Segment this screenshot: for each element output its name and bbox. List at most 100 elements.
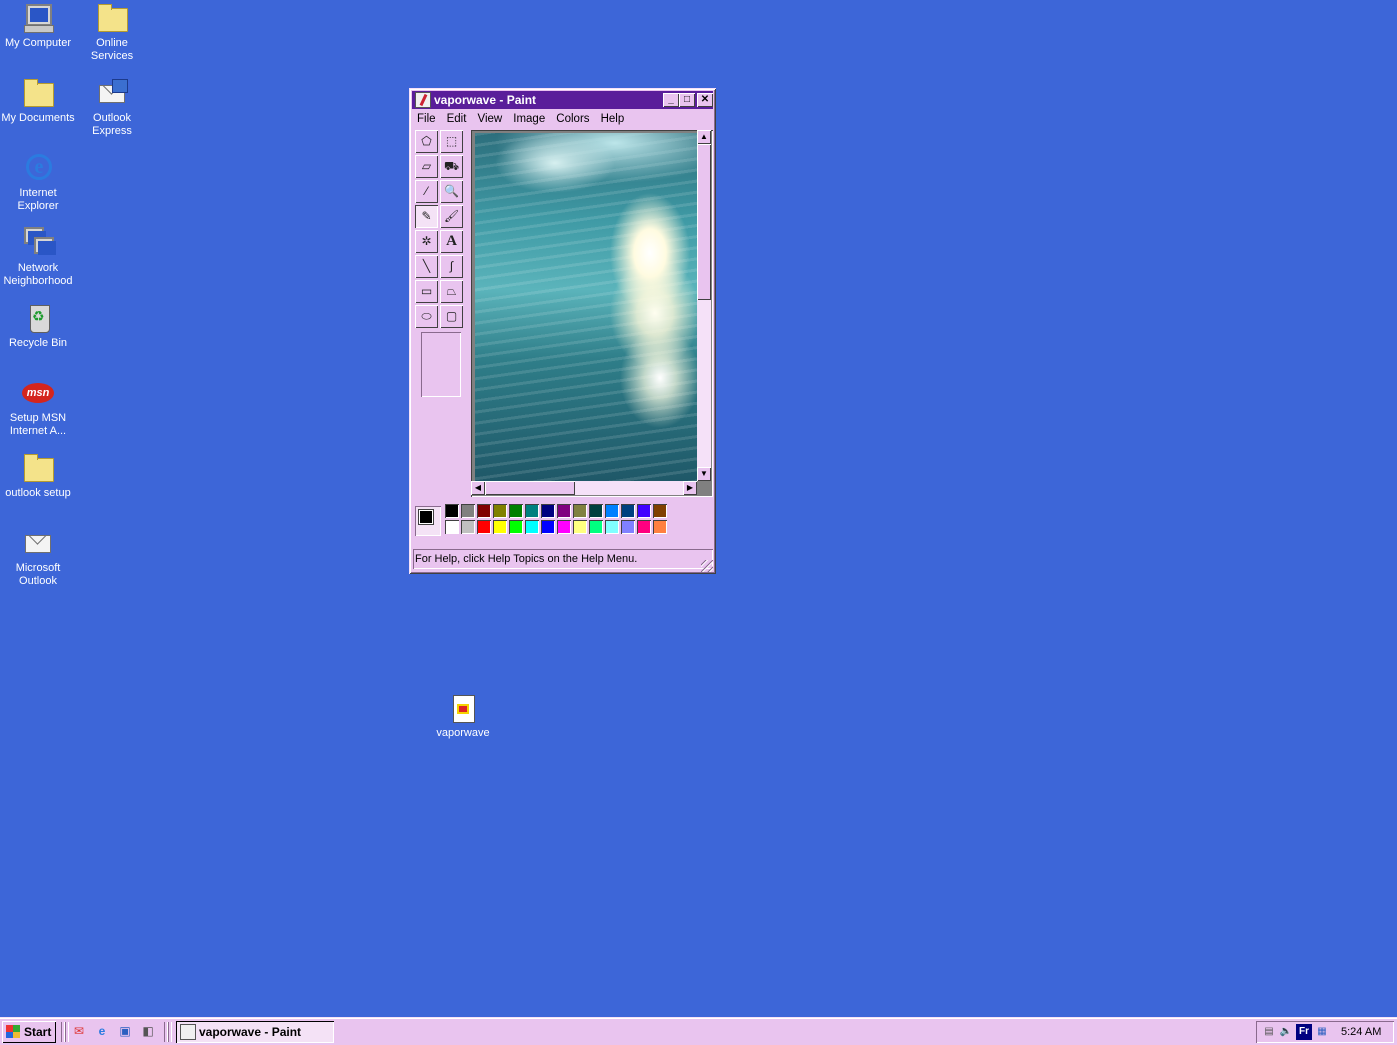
palette-swatch[interactable] — [445, 520, 459, 534]
menu-bar: File Edit View Image Colors Help — [413, 110, 713, 128]
desktop-icon-online-services[interactable]: Online Services — [74, 2, 150, 63]
palette-swatch[interactable] — [621, 504, 635, 518]
folder-open-icon — [22, 77, 54, 109]
scroll-left-button[interactable]: ◀ — [471, 481, 485, 495]
palette-swatch[interactable] — [621, 520, 635, 534]
palette-swatch[interactable] — [493, 520, 507, 534]
rounded-rectangle-tool[interactable]: ▢ — [440, 305, 463, 328]
fill-tool[interactable]: ⛟ — [440, 155, 463, 178]
task-scheduler-icon[interactable]: ▤ — [1261, 1024, 1277, 1040]
curve-tool[interactable]: ∫ — [440, 255, 463, 278]
palette-swatch[interactable] — [653, 520, 667, 534]
palette-swatch[interactable] — [477, 504, 491, 518]
palette-swatch[interactable] — [525, 520, 539, 534]
horizontal-scroll-thumb[interactable] — [485, 481, 575, 495]
vertical-scrollbar[interactable]: ▲ ▼ — [697, 130, 711, 481]
brush-tool[interactable]: 🖌 — [440, 205, 463, 228]
menu-image[interactable]: Image — [513, 113, 545, 125]
title-bar[interactable]: vaporwave - Paint _ □ ✕ — [412, 91, 713, 109]
palette-swatch[interactable] — [445, 504, 459, 518]
close-button[interactable]: ✕ — [697, 93, 713, 107]
palette-swatch[interactable] — [509, 520, 523, 534]
eraser-tool[interactable]: ▱ — [415, 155, 438, 178]
canvas-image[interactable] — [475, 133, 697, 481]
vertical-scroll-thumb[interactable] — [697, 144, 711, 300]
desktop-icon-internet-explorer[interactable]: e Internet Explorer — [0, 152, 76, 213]
foreground-color — [418, 509, 434, 525]
palette-swatch[interactable] — [573, 520, 587, 534]
status-bar: For Help, click Help Topics on the Help … — [413, 549, 713, 569]
palette-swatch[interactable] — [653, 504, 667, 518]
desktop-icon-my-computer[interactable]: My Computer — [0, 2, 76, 50]
desktop-icon-label: Network Neighborhood — [3, 262, 73, 287]
menu-file[interactable]: File — [417, 113, 436, 125]
menu-view[interactable]: View — [477, 113, 502, 125]
network-tray-icon[interactable]: ▦ — [1314, 1024, 1330, 1040]
palette-swatch[interactable] — [589, 520, 603, 534]
ellipse-tool[interactable]: ⬭ — [415, 305, 438, 328]
desktop-icon-label: Internet Explorer — [17, 187, 59, 212]
desktop-icon-vaporwave[interactable]: vaporwave — [425, 693, 501, 740]
horizontal-scrollbar[interactable]: ◀ ▶ — [471, 481, 697, 495]
menu-edit[interactable]: Edit — [447, 113, 467, 125]
desktop-icon-my-documents[interactable]: My Documents — [0, 77, 76, 125]
palette-swatch[interactable] — [637, 504, 651, 518]
palette-swatch[interactable] — [477, 520, 491, 534]
desktop-icon-setup-msn[interactable]: msn Setup MSN Internet A... — [0, 377, 76, 438]
palette-swatch[interactable] — [461, 504, 475, 518]
outlook-express-icon[interactable]: ✉ — [71, 1023, 87, 1039]
scroll-right-button[interactable]: ▶ — [683, 481, 697, 495]
maximize-button[interactable]: □ — [679, 93, 695, 107]
palette-swatch[interactable] — [509, 504, 523, 518]
taskbar: Start ✉ e ▣ ◧ vaporwave - Paint ▤ 🔈 Fr ▦… — [0, 1017, 1397, 1045]
desktop-icon[interactable]: ◧ — [140, 1023, 156, 1039]
pencil-tool[interactable]: ✎ — [415, 205, 438, 228]
current-colors — [415, 506, 441, 536]
channels-icon[interactable]: ▣ — [117, 1023, 133, 1039]
magnifier-tool[interactable]: 🔍 — [440, 180, 463, 203]
select-tool[interactable]: ⬚ — [440, 130, 463, 153]
menu-help[interactable]: Help — [601, 113, 625, 125]
palette-swatch[interactable] — [493, 504, 507, 518]
scroll-up-button[interactable]: ▲ — [697, 130, 711, 144]
paint-app-icon[interactable] — [415, 92, 431, 108]
tool-options-box[interactable] — [421, 332, 461, 397]
desktop-icon-network-neighborhood[interactable]: Network Neighborhood — [0, 227, 76, 288]
desktop-icon-label: Outlook Express — [92, 112, 132, 137]
desktop-icon-outlook-express[interactable]: Outlook Express — [74, 77, 150, 138]
ie-icon[interactable]: e — [94, 1023, 110, 1039]
palette-swatch[interactable] — [589, 504, 603, 518]
language-indicator[interactable]: Fr — [1296, 1024, 1312, 1040]
start-button[interactable]: Start — [2, 1021, 56, 1043]
volume-icon[interactable]: 🔈 — [1278, 1024, 1294, 1040]
pick-color-tool[interactable]: ⁄ — [415, 180, 438, 203]
palette-swatch[interactable] — [541, 520, 555, 534]
scroll-down-button[interactable]: ▼ — [697, 467, 711, 481]
palette-swatch[interactable] — [557, 504, 571, 518]
polygon-tool[interactable]: ⏢ — [440, 280, 463, 303]
minimize-button[interactable]: _ — [663, 93, 679, 107]
rectangle-tool[interactable]: ▭ — [415, 280, 438, 303]
palette-swatch[interactable] — [605, 504, 619, 518]
clock[interactable]: 5:24 AM — [1341, 1021, 1381, 1043]
palette-swatch[interactable] — [605, 520, 619, 534]
network-icon — [22, 227, 56, 259]
palette-swatch[interactable] — [573, 504, 587, 518]
menu-colors[interactable]: Colors — [556, 113, 589, 125]
palette-swatch[interactable] — [557, 520, 571, 534]
line-tool[interactable]: ╲ — [415, 255, 438, 278]
palette-swatch[interactable] — [461, 520, 475, 534]
desktop-icon-microsoft-outlook[interactable]: Microsoft Outlook — [0, 527, 76, 588]
palette-swatch[interactable] — [637, 520, 651, 534]
status-text: For Help, click Help Topics on the Help … — [415, 553, 638, 565]
desktop-icon-recycle-bin[interactable]: Recycle Bin — [0, 302, 76, 350]
desktop-icon-label: Setup MSN Internet A... — [9, 412, 67, 437]
text-tool[interactable]: A — [440, 230, 463, 253]
resize-grip[interactable] — [701, 560, 713, 572]
palette-swatch[interactable] — [541, 504, 555, 518]
taskbar-item-paint[interactable]: vaporwave - Paint — [176, 1021, 334, 1043]
airbrush-tool[interactable]: ✲ — [415, 230, 438, 253]
desktop-icon-outlook-setup[interactable]: outlook setup — [0, 452, 76, 500]
palette-swatch[interactable] — [525, 504, 539, 518]
free-form-select-tool[interactable]: ⬠ — [415, 130, 438, 153]
